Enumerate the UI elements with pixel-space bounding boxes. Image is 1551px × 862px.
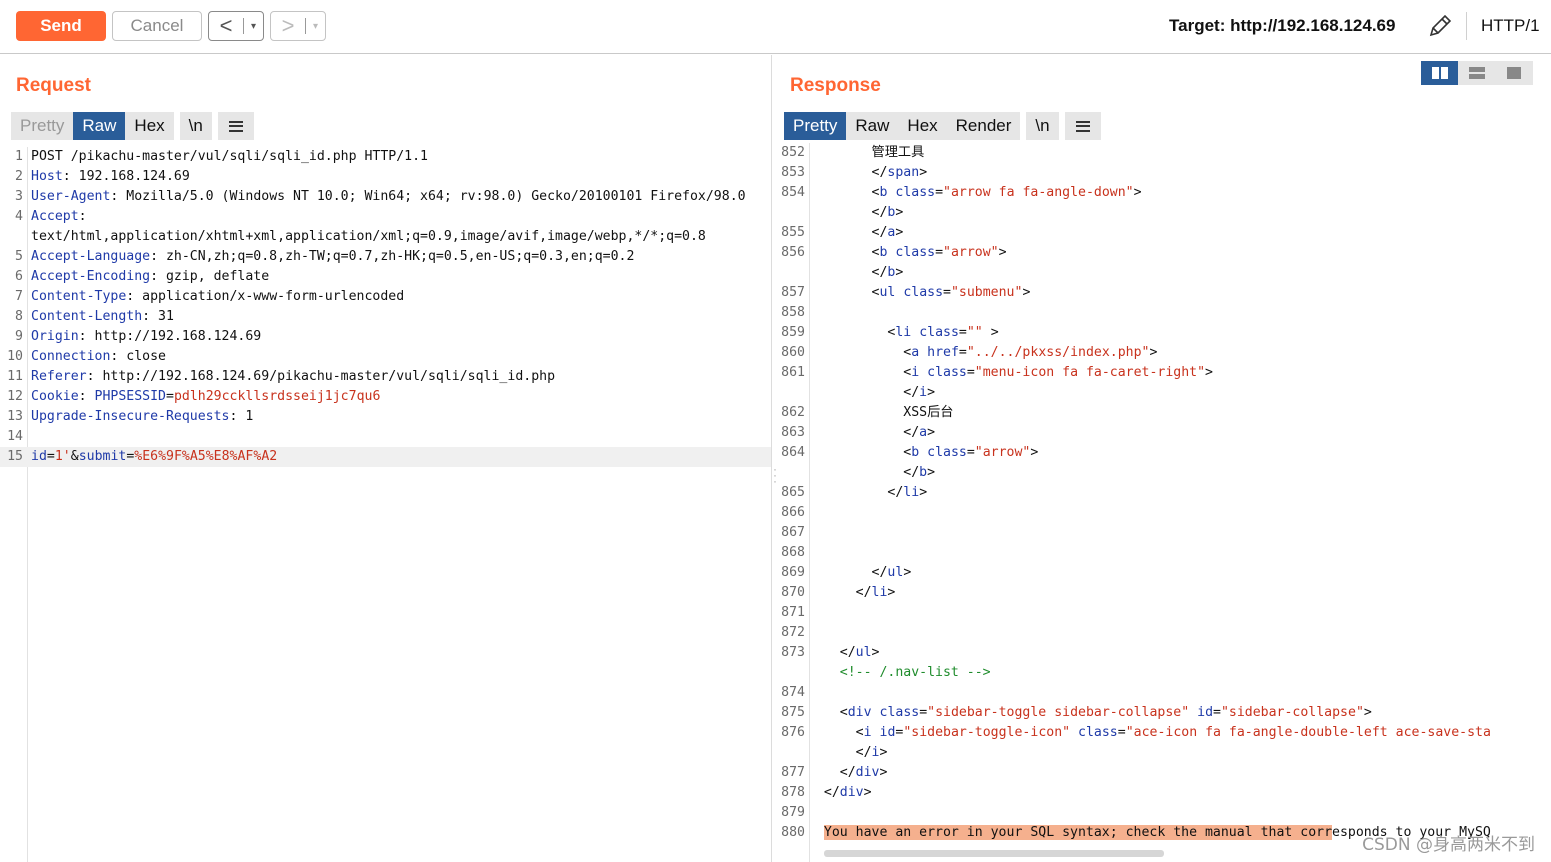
request-line: 13 Upgrade-Insecure-Requests: 1 [7,409,254,424]
split-rows-icon[interactable] [1458,61,1495,85]
tab-pretty[interactable]: Pretty [11,112,74,140]
response-line: 865 </li> [781,485,928,500]
response-line: 863 </a> [781,425,936,440]
request-panel: Request Pretty Raw Hex \n 1 POST /pikachu… [0,55,772,862]
response-line: 860 <a href="../../pkxss/index.php"> [781,345,1158,360]
tab-pretty[interactable]: Pretty [784,112,847,140]
response-line: 852 管理工具 [781,145,925,160]
history-back-button[interactable]: < ▾ [208,11,264,41]
response-line: 879 [781,805,805,820]
request-line: 15 id=1'&submit=%E6%9F%A5%E8%AF%A2 [0,447,771,467]
request-view-tabs: Pretty Raw Hex \n [11,112,254,140]
response-line: 867 [781,525,805,540]
response-line: 857 <ul class="submenu"> [781,285,1031,300]
request-line: 5 Accept-Language: zh-CN,zh;q=0.8,zh-TW;q… [15,249,635,264]
request-line: 11 Referer: http://192.168.124.69/pikachu… [7,369,556,384]
response-line: 859 <li class="" > [781,325,999,340]
chevron-down-icon[interactable]: ▾ [306,21,325,32]
response-line: 870 </li> [781,585,896,600]
response-line: 871 [781,605,805,620]
top-toolbar: Send Cancel < ▾ > ▾ Target: http://192.1… [0,0,1551,54]
response-line: </b> [903,465,936,480]
tab-render[interactable]: Render [946,112,1021,140]
request-line: text/html,application/xhtml+xml,applicat… [31,229,706,244]
response-line: 864 <b class="arrow"> [781,445,1039,460]
request-line: 14 [7,429,23,444]
response-line: 854 <b class="arrow fa fa-angle-down"> [781,185,1142,200]
request-line: 4 Accept: [15,209,87,224]
response-view-tabs: Pretty Raw Hex Render \n [784,112,1101,140]
request-line: 8 Content-Length: 31 [15,309,174,324]
tab-newline-toggle[interactable]: \n [1026,112,1059,140]
history-forward-button[interactable]: > ▾ [270,11,326,41]
cancel-button[interactable]: Cancel [112,11,202,41]
send-button[interactable]: Send [16,11,106,41]
request-line: 10 Connection: close [7,349,166,364]
watermark: CSDN @身高两米不到 [1362,835,1535,855]
request-title: Request [16,75,91,96]
response-panel: Response Pretty Raw Hex Render \n 852 管理… [778,55,1551,862]
response-line: 876 <i id="sidebar-toggle-icon" class="a… [781,725,1491,740]
response-line: </i> [903,385,936,400]
tab-raw[interactable]: Raw [846,112,899,140]
request-line: 2 Host: 192.168.124.69 [15,169,190,184]
layout-toggle [1421,61,1533,85]
response-line: </i> [855,745,888,760]
response-line: 874 [781,685,805,700]
response-line: 868 [781,545,805,560]
tab-hex[interactable]: Hex [898,112,947,140]
response-line: <!-- /.nav-list --> [839,665,991,680]
response-line: 877 </div> [781,765,888,780]
request-line: 1 POST /pikachu-master/vul/sqli/sqli_id.p… [15,149,428,164]
menu-icon[interactable] [1064,112,1101,140]
response-line: 875 <div class="sidebar-toggle sidebar-c… [781,705,1372,720]
menu-icon[interactable] [217,112,254,140]
chevron-right-icon: > [281,13,295,38]
response-line: </b> [871,205,904,220]
request-line: 12 Cookie: PHPSESSID=pdlh29cckllsrdsseij1… [7,389,381,404]
response-line: 869 </ul> [781,565,912,580]
chevron-down-icon[interactable]: ▾ [244,21,263,32]
target-label: Target: http://192.168.124.69 [1169,16,1396,35]
request-editor[interactable]: 1 POST /pikachu-master/vul/sqli/sqli_id.p… [0,147,771,862]
response-line: 878 </div> [781,785,872,800]
response-line: 873 </ul> [781,645,880,660]
tab-raw[interactable]: Raw [73,112,126,140]
request-line: 3 User-Agent: Mozilla/5.0 (Windows NT 10.… [15,189,746,204]
response-line: 866 [781,505,805,520]
response-editor[interactable]: 852 管理工具 853 </span> 854 <b class="arrow… [778,143,1551,862]
response-line: 861 <i class="menu-icon fa fa-caret-righ… [781,365,1213,380]
pencil-icon[interactable] [1427,13,1453,39]
chevron-left-icon: < [219,13,233,38]
single-pane-icon[interactable] [1496,61,1533,85]
tab-hex[interactable]: Hex [125,112,174,140]
split-columns-icon[interactable] [1421,61,1459,85]
response-line: 856 <b class="arrow"> [781,245,1007,260]
request-line: 7 Content-Type: application/x-www-form-ur… [15,289,405,304]
tab-newline-toggle[interactable]: \n [179,112,212,140]
response-line: </b> [871,265,904,280]
response-title: Response [790,75,881,96]
response-line: 855 </a> [781,225,904,240]
horizontal-scrollbar[interactable] [824,850,1164,857]
request-line: 9 Origin: http://192.168.124.69 [15,329,262,344]
toolbar-divider [1466,12,1467,40]
protocol-label[interactable]: HTTP/1 [1481,16,1540,36]
response-line: 872 [781,625,805,640]
response-line: 862 XSS后台 [781,405,954,420]
request-line: 6 Accept-Encoding: gzip, deflate [15,269,270,284]
response-line: 858 [781,305,805,320]
response-line: 853 </span> [781,165,928,180]
